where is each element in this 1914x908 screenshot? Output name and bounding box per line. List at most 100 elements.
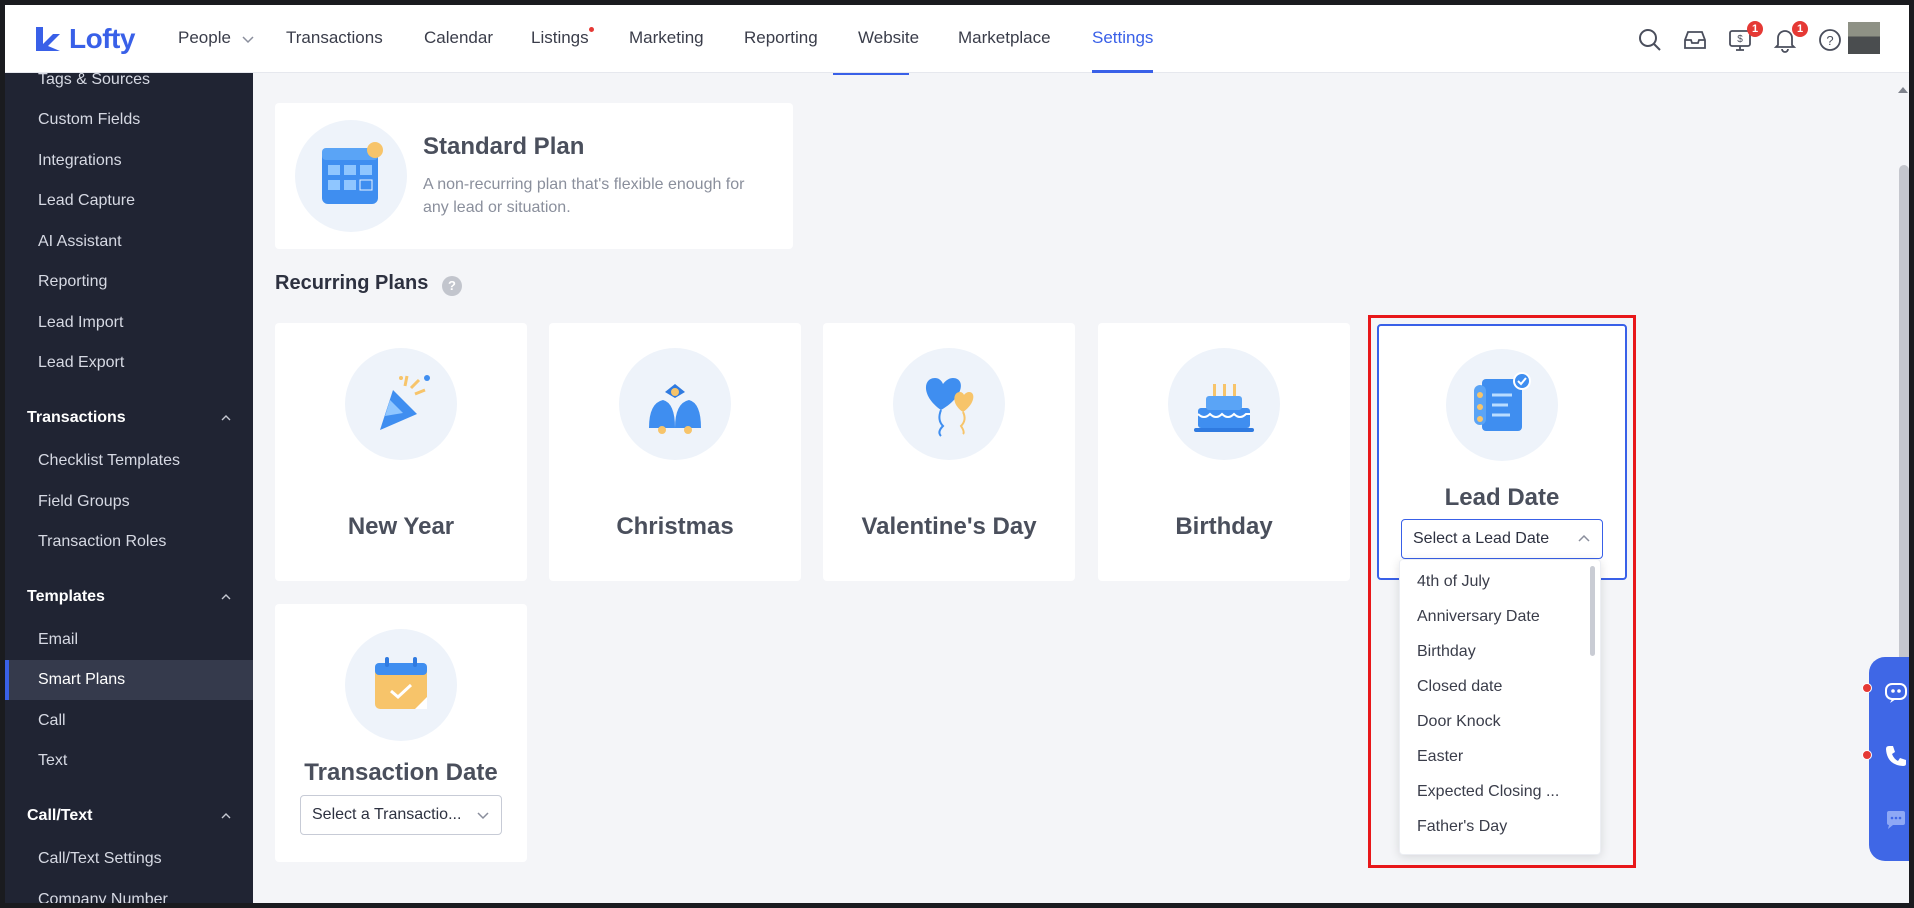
plan-card-lead-date[interactable]: Lead Date Select a Lead Date: [1377, 324, 1627, 580]
help-icon[interactable]: ?: [1817, 27, 1843, 53]
dropdown-option[interactable]: Door Knock: [1400, 704, 1600, 739]
sidebar-item-field-groups[interactable]: Field Groups: [5, 482, 253, 522]
scroll-up-icon[interactable]: [1896, 85, 1909, 95]
sidebar-section-calltext[interactable]: Call/Text: [5, 796, 253, 836]
app-window: Lofty People Transactions Calendar Listi…: [5, 5, 1909, 903]
nav-calendar[interactable]: Calendar: [424, 5, 493, 73]
nav-website[interactable]: Website: [858, 5, 919, 73]
lead-date-dropdown: 4th of July Anniversary Date Birthday Cl…: [1399, 559, 1601, 855]
heart-balloons-icon: [925, 378, 974, 437]
listings-notification-dot: [588, 27, 594, 32]
sidebar-item-smart-plans[interactable]: Smart Plans: [5, 660, 253, 700]
sidebar-item-email[interactable]: Email: [5, 620, 253, 660]
card-title: Birthday: [1175, 513, 1273, 540]
plan-card-valentines-day[interactable]: Valentine's Day: [823, 323, 1075, 581]
sidebar-item-lead-import[interactable]: Lead Import: [5, 303, 253, 343]
standard-plan-icon-bg: [295, 120, 407, 232]
chevron-down-icon: [477, 812, 489, 820]
dropdown-option[interactable]: Closed date: [1400, 669, 1600, 704]
transaction-date-select-placeholder: Select a Transactio...: [312, 806, 462, 823]
dropdown-scrollbar[interactable]: [1590, 566, 1595, 656]
calendar-check-icon: [375, 657, 427, 709]
message-icon[interactable]: [1883, 807, 1909, 833]
sidebar-section-templates[interactable]: Templates: [5, 577, 253, 617]
plan-card-christmas[interactable]: Christmas: [549, 323, 801, 581]
sidebar-item-lead-export[interactable]: Lead Export: [5, 343, 253, 383]
settings-sidebar: Tags & Sources Custom Fields Integration…: [5, 73, 253, 903]
sidebar-item-tags-sources[interactable]: Tags & Sources: [5, 73, 253, 100]
plan-card-birthday[interactable]: Birthday: [1098, 323, 1350, 581]
sidebar-section-label: Call/Text: [27, 807, 93, 824]
standard-plan-card[interactable]: Standard Plan A non-recurring plan that'…: [275, 103, 793, 249]
lead-date-select-placeholder: Select a Lead Date: [1413, 530, 1550, 547]
nav-reporting[interactable]: Reporting: [744, 5, 818, 73]
sidebar-item-integrations[interactable]: Integrations: [5, 141, 253, 181]
phone-notification-dot: [1862, 750, 1872, 760]
card-title: New Year: [347, 513, 455, 540]
card-icon-bg: [893, 348, 1005, 460]
main-content: Standard Plan A non-recurring plan that'…: [253, 73, 1885, 903]
card-icon-bg: [1168, 348, 1280, 460]
nav-people[interactable]: People: [178, 5, 254, 73]
card-icon-bg: [345, 348, 457, 460]
billing-badge: 1: [1747, 21, 1763, 37]
sidebar-item-company-number[interactable]: Company Number: [5, 880, 253, 903]
sidebar-item-lead-capture[interactable]: Lead Capture: [5, 181, 253, 221]
nav-listings-label: Listings: [531, 28, 589, 47]
sidebar-item-text[interactable]: Text: [5, 741, 253, 781]
sidebar-section-label: Transactions: [27, 409, 126, 426]
avatar[interactable]: [1848, 22, 1880, 54]
bells-icon: [649, 384, 701, 434]
card-icon-bg: [345, 629, 457, 741]
sidebar-item-calltext-settings[interactable]: Call/Text Settings: [5, 839, 253, 879]
notifications-button[interactable]: 1: [1772, 21, 1808, 53]
sidebar-section-transactions[interactable]: Transactions: [5, 398, 253, 438]
card-icon-bg: [1446, 349, 1558, 461]
card-title: Transaction Date: [304, 759, 498, 786]
dropdown-option[interactable]: 4th of July: [1400, 564, 1600, 599]
party-popper-icon: [380, 375, 430, 430]
sidebar-item-checklist-templates[interactable]: Checklist Templates: [5, 441, 253, 481]
nav-transactions[interactable]: Transactions: [286, 5, 383, 73]
sidebar-item-transaction-roles[interactable]: Transaction Roles: [5, 522, 253, 562]
nav-people-label: People: [178, 28, 231, 47]
nav-settings[interactable]: Settings: [1092, 5, 1154, 73]
tab-indicator: [833, 73, 909, 75]
recurring-plans-heading: Recurring Plans: [275, 272, 429, 294]
logo[interactable]: Lofty: [33, 23, 135, 55]
cake-icon: [1194, 384, 1254, 432]
chevron-down-icon: [242, 35, 254, 43]
standard-plan-title: Standard Plan: [423, 133, 585, 160]
plan-card-new-year[interactable]: New Year: [275, 323, 527, 581]
search-icon[interactable]: [1637, 27, 1663, 53]
sidebar-item-ai-assistant[interactable]: AI Assistant: [5, 222, 253, 262]
transaction-date-select[interactable]: Select a Transactio...: [300, 795, 502, 835]
nav-marketplace[interactable]: Marketplace: [958, 5, 1051, 73]
nav-marketing[interactable]: Marketing: [629, 5, 704, 73]
sidebar-item-reporting[interactable]: Reporting: [5, 262, 253, 302]
billing-button[interactable]: $ 1: [1727, 21, 1763, 53]
help-circle-icon[interactable]: ?: [442, 276, 462, 296]
card-icon-bg: [619, 348, 731, 460]
brand-name: Lofty: [69, 23, 135, 54]
nav-listings[interactable]: Listings: [531, 5, 594, 73]
chevron-up-icon: [1578, 534, 1590, 542]
calendar-grid-icon: [322, 142, 383, 204]
document-scroll-icon: [1474, 372, 1531, 431]
lead-date-select[interactable]: Select a Lead Date: [1401, 519, 1603, 559]
chat-notification-dot: [1862, 683, 1872, 693]
inbox-icon[interactable]: [1682, 27, 1708, 53]
svg-text:$: $: [1737, 34, 1743, 45]
chevron-up-icon: [221, 594, 231, 600]
top-navigation: Lofty People Transactions Calendar Listi…: [5, 5, 1909, 73]
dropdown-option[interactable]: Anniversary Date: [1400, 599, 1600, 634]
dropdown-option[interactable]: Easter: [1400, 739, 1600, 774]
dropdown-option[interactable]: Birthday: [1400, 634, 1600, 669]
sidebar-item-custom-fields[interactable]: Custom Fields: [5, 100, 253, 140]
phone-icon[interactable]: [1883, 743, 1909, 769]
sidebar-item-call[interactable]: Call: [5, 701, 253, 741]
plan-card-transaction-date[interactable]: Transaction Date Select a Transactio...: [275, 604, 527, 862]
chat-bot-icon[interactable]: [1883, 679, 1909, 705]
dropdown-option[interactable]: Father's Day: [1400, 809, 1600, 844]
dropdown-option[interactable]: Expected Closing ...: [1400, 774, 1600, 809]
